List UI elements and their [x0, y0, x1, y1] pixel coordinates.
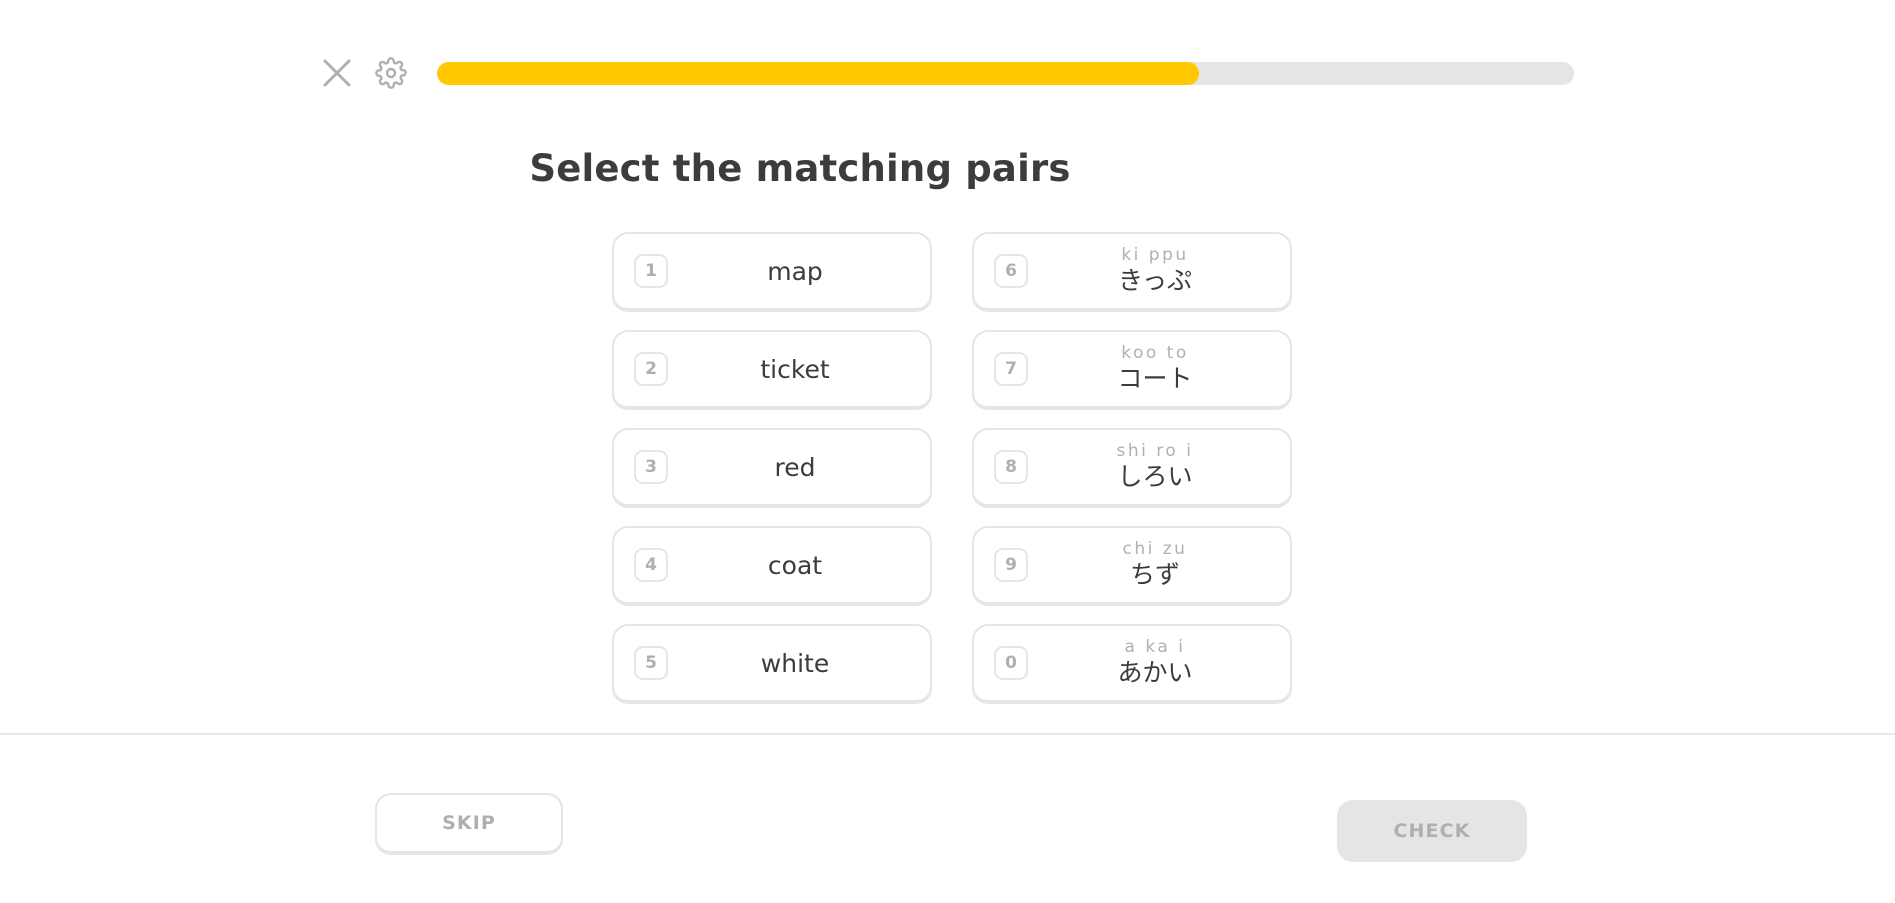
match-tile[interactable]: 3 red	[612, 428, 932, 508]
tile-number-badge: 8	[994, 450, 1028, 484]
footer-divider	[0, 733, 1895, 735]
tile-number-badge: 0	[994, 646, 1028, 680]
tile-number-badge: 6	[994, 254, 1028, 288]
match-tile[interactable]: 7 koo to コート	[972, 330, 1292, 410]
right-options-column: 6 ki ppu きっぷ 7 koo to コート 8 shi ro i しろい 9 chi zu ち…	[972, 232, 1292, 704]
gear-icon[interactable]	[375, 57, 407, 89]
close-icon[interactable]	[320, 56, 354, 90]
match-tile[interactable]: 0 a ka i あかい	[972, 624, 1292, 704]
check-button[interactable]: CHECK	[1337, 800, 1527, 862]
match-tile[interactable]: 1 map	[612, 232, 932, 312]
tile-number-badge: 7	[994, 352, 1028, 386]
tile-number-badge: 5	[634, 646, 668, 680]
tile-text: ticket	[760, 354, 830, 384]
tile-romaji: ki ppu	[1121, 244, 1189, 265]
tile-text: red	[774, 452, 816, 482]
tile-text: きっぷ	[1117, 266, 1192, 296]
tile-number-badge: 2	[634, 352, 668, 386]
match-tile[interactable]: 4 coat	[612, 526, 932, 606]
tile-romaji: shi ro i	[1116, 440, 1194, 461]
match-tile[interactable]: 8 shi ro i しろい	[972, 428, 1292, 508]
progress-bar-fill	[437, 62, 1199, 85]
tile-text: しろい	[1117, 462, 1193, 492]
page-title: Select the matching pairs	[529, 147, 1071, 190]
progress-bar	[437, 62, 1574, 85]
tile-romaji: koo to	[1121, 342, 1189, 363]
match-tile[interactable]: 5 white	[612, 624, 932, 704]
tile-number-badge: 9	[994, 548, 1028, 582]
tile-text: map	[767, 256, 823, 286]
skip-button[interactable]: SKIP	[375, 793, 563, 855]
tile-number-badge: 4	[634, 548, 668, 582]
left-options-column: 1 map 2 ticket 3 red 4 coat 5 white	[612, 232, 932, 704]
tile-romaji: a ka i	[1124, 636, 1186, 657]
tile-text: あかい	[1117, 658, 1193, 688]
tile-text: コート	[1117, 364, 1193, 394]
match-tile[interactable]: 6 ki ppu きっぷ	[972, 232, 1292, 312]
match-tile[interactable]: 9 chi zu ちず	[972, 526, 1292, 606]
tile-text: white	[760, 648, 830, 678]
tile-number-badge: 3	[634, 450, 668, 484]
tile-number-badge: 1	[634, 254, 668, 288]
tile-romaji: chi zu	[1122, 538, 1188, 559]
tile-text: coat	[767, 550, 823, 580]
tile-text: ちず	[1129, 560, 1180, 590]
matching-pairs-grid: 1 map 2 ticket 3 red 4 coat 5 white 6 ki ppu きっぷ 7 ko…	[612, 232, 1292, 704]
match-tile[interactable]: 2 ticket	[612, 330, 932, 410]
exercise-header	[0, 0, 1895, 118]
